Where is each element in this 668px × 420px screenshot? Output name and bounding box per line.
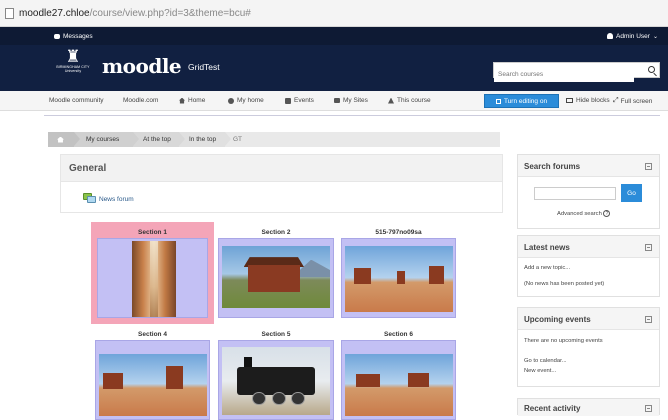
breadcrumb-home[interactable] [48,132,74,147]
hide-blocks-button[interactable]: Hide blocks [566,97,610,104]
breadcrumb-separator [179,132,185,146]
page-icon [5,7,14,19]
no-news-text: (No news has been posted yet) [524,281,605,287]
no-events-text: There are no upcoming events [524,338,603,344]
site-name[interactable]: GridTest [188,62,220,72]
general-section-header: General [60,154,503,182]
search-icon[interactable] [648,66,655,73]
chevron-down-icon: ⌄ [652,33,658,40]
section-title: General [69,163,107,174]
breadcrumb-separator [225,132,231,146]
section-image-box [218,238,334,318]
add-topic-link[interactable]: Add a new topic... [524,265,570,271]
nav-events[interactable]: Events [285,97,314,104]
grid-section-4[interactable]: Section 4 [95,330,210,420]
grid-section-6[interactable]: Section 6 [341,330,456,420]
breadcrumb-separator [133,132,139,146]
turn-editing-on-button[interactable]: Turn editing on [484,94,559,108]
course-search [493,62,660,82]
grid-section-5[interactable]: Section 5 [218,330,334,420]
advanced-search-link[interactable]: Advanced search ? [557,210,611,217]
breadcrumb-current: GT [233,136,243,143]
collapse-icon[interactable] [645,405,652,412]
chat-icon [54,33,60,39]
nav-my-sites[interactable]: My Sites [334,97,368,104]
nav-this-course[interactable]: This course [388,97,431,104]
section-title: Section 6 [384,331,413,338]
hide-blocks-icon [566,98,573,103]
divider [44,115,660,116]
university-logo[interactable]: ♜ BIRMINGHAM CITY University [52,48,94,88]
crest-icon: ♜ [65,47,81,66]
top-bar: Messages Admin User ⌄ [0,27,668,45]
breadcrumb: My courses At the top In the top GT [48,132,500,147]
news-forum-link[interactable]: News forum [99,196,134,203]
messages-link[interactable]: Messages [54,33,93,40]
go-button[interactable]: Go [621,184,642,202]
recent-activity-block: Recent activity [517,398,660,416]
section-image-box [95,340,210,420]
house-image [222,246,330,308]
help-icon: ? [603,210,611,217]
home-icon [179,97,185,104]
latest-news-block: Latest news Add a new topic... (No news … [517,235,660,297]
search-forums-block: Search forums Go Advanced search ? [517,154,660,229]
section-title: Section 4 [138,331,167,338]
new-event-link[interactable]: New event... [524,368,556,374]
edit-icon [495,98,501,104]
go-to-calendar-link[interactable]: Go to calendar... [524,358,567,364]
user-icon [607,33,613,39]
grid-section-2[interactable]: Section 2 [218,222,334,324]
expand-icon: ⤢ [613,97,619,104]
nav-moodle-community[interactable]: Moodle community [49,97,104,104]
calendar-icon [285,97,291,104]
breadcrumb-at-the-top[interactable]: At the top [133,132,179,147]
nav-home[interactable]: Home [179,97,205,104]
block-title: Search forums [524,162,581,171]
desert-image [345,354,453,416]
user-menu[interactable]: Admin User ⌄ [607,33,658,40]
search-courses-input[interactable] [494,67,634,82]
block-title: Recent activity [524,404,581,413]
browser-address-bar[interactable]: moodle27.chloe/course/view.php?id=3&them… [0,0,668,27]
collapse-icon[interactable] [645,244,652,251]
desert-image [99,354,207,416]
nav-my-home[interactable]: My home [228,97,264,104]
sitemap-icon [388,97,394,104]
collapse-icon[interactable] [645,163,652,170]
section-image-box [218,340,334,420]
section-title: Section 5 [261,331,291,338]
section-title: 515-797no09sa [375,229,422,236]
grid-section-1[interactable]: Section 1 [91,222,214,324]
breadcrumb-separator [74,132,80,146]
nav-moodle-com[interactable]: Moodle.com [123,97,158,104]
section-image-box [97,238,208,318]
moodle-logo[interactable]: moodle [102,54,182,78]
section-image-box [341,340,456,420]
upcoming-events-block: Upcoming events There are no upcoming ev… [517,307,660,387]
block-title: Upcoming events [524,315,591,324]
full-screen-button[interactable]: ⤢ Full screen [613,97,652,105]
collapse-icon[interactable] [645,316,652,323]
block-title: Latest news [524,243,570,252]
train-image [222,347,330,415]
section-title: Section 1 [138,229,167,236]
breadcrumb-my-courses[interactable]: My courses [74,132,133,147]
sites-icon [334,98,340,103]
search-forums-input[interactable] [534,187,616,200]
desert-image [345,246,453,312]
url-text[interactable]: moodle27.chloe/course/view.php?id=3&them… [19,8,251,19]
canyon-image [132,241,176,317]
breadcrumb-in-the-top[interactable]: In the top [179,132,225,147]
section-image-box [341,238,456,318]
forum-icon [83,193,96,203]
dashboard-icon [228,97,234,104]
section-title: Section 2 [261,229,291,236]
home-icon [57,136,64,143]
news-forum-activity: News forum [60,182,503,213]
grid-section-3[interactable]: 515-797no09sa [341,222,456,324]
